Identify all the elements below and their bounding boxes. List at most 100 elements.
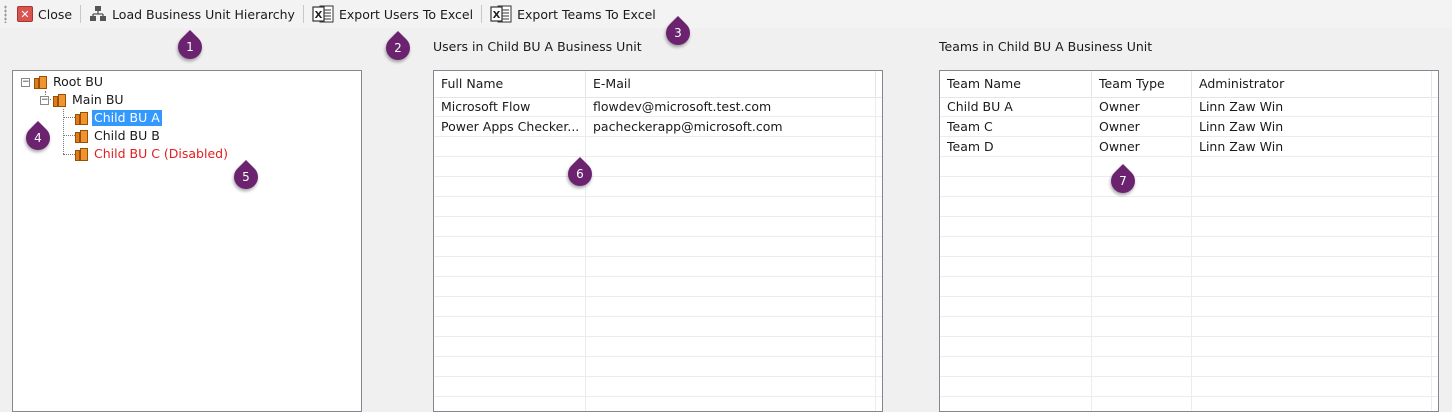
table-cell [434, 357, 586, 376]
table-cell [940, 277, 1092, 296]
table-cell [434, 217, 586, 236]
table-row[interactable]: Team D Owner Linn Zaw Win [940, 137, 1438, 157]
table-cell [434, 237, 586, 256]
table-cell [434, 257, 586, 276]
teams-section-title: Teams in Child BU A Business Unit [939, 39, 1153, 54]
table-row [940, 237, 1438, 257]
table-cell: Owner [1092, 97, 1192, 116]
table-row [940, 337, 1438, 357]
table-cell: Team C [940, 117, 1092, 136]
table-row [434, 257, 882, 277]
excel-icon: X [490, 5, 512, 23]
table-row [940, 317, 1438, 337]
table-cell [1092, 377, 1192, 396]
callout-marker: 7 [1106, 164, 1140, 198]
business-unit-icon [75, 147, 88, 161]
table-row[interactable]: Child BU A Owner Linn Zaw Win [940, 97, 1438, 117]
tree-node-label: Child BU B [94, 128, 160, 143]
table-cell [586, 297, 876, 316]
column-header-email[interactable]: E-Mail [586, 71, 876, 97]
export-teams-button[interactable]: X Export Teams To Excel [486, 2, 660, 26]
tree-node-label: Main BU [72, 92, 124, 107]
callout-marker: 6 [563, 157, 597, 191]
table-cell [586, 197, 876, 216]
table-row [434, 297, 882, 317]
users-grid-header: Full Name E-Mail [434, 71, 882, 98]
table-cell [1092, 257, 1192, 276]
table-cell: Power Apps Checker... [434, 117, 586, 136]
business-unit-icon [53, 93, 66, 107]
table-cell [940, 317, 1092, 336]
tree-node-root-bu[interactable]: − Root BU [21, 73, 105, 91]
close-button[interactable]: ✕ Close [13, 2, 76, 26]
tree-node-label: Child BU C (Disabled) [94, 146, 228, 161]
table-cell [940, 177, 1092, 196]
table-row [940, 357, 1438, 377]
table-cell [940, 357, 1092, 376]
column-header-full-name[interactable]: Full Name [434, 71, 586, 97]
tree-connector [63, 117, 75, 118]
table-cell [586, 257, 876, 276]
table-cell: flowdev@microsoft.test.com [586, 97, 876, 116]
table-cell [434, 297, 586, 316]
table-cell [1192, 297, 1432, 316]
table-row [434, 317, 882, 337]
column-header-team-name[interactable]: Team Name [940, 71, 1092, 97]
table-row [940, 297, 1438, 317]
users-grid[interactable]: Full Name E-Mail Microsoft Flow flowdev@m… [433, 70, 883, 412]
table-cell [434, 277, 586, 296]
business-unit-icon [75, 111, 88, 125]
table-cell [1092, 317, 1192, 336]
tree-node-child-bu-b[interactable]: Child BU B [75, 127, 162, 145]
table-cell [586, 357, 876, 376]
table-cell: Child BU A [940, 97, 1092, 116]
teams-grid[interactable]: Team Name Team Type Administrator Child … [939, 70, 1439, 412]
svg-text:X: X [315, 10, 323, 21]
table-cell [940, 217, 1092, 236]
table-cell [1092, 217, 1192, 236]
table-cell: Owner [1092, 117, 1192, 136]
collapse-icon[interactable]: − [21, 77, 30, 87]
table-cell [586, 397, 876, 411]
tree-node-main-bu[interactable]: − Main BU [40, 91, 126, 109]
table-cell [586, 137, 876, 156]
business-unit-tree[interactable]: − Root BU − Main BU Child BU A Child BU … [12, 70, 362, 412]
table-row [940, 397, 1438, 411]
callout-marker: 5 [229, 160, 263, 194]
table-cell: Microsoft Flow [434, 97, 586, 116]
table-row[interactable]: Microsoft Flow flowdev@microsoft.test.com [434, 97, 882, 117]
toolbar-separator [80, 5, 82, 23]
callout-marker: 4 [21, 121, 55, 155]
table-cell [1192, 377, 1432, 396]
tree-node-child-bu-c[interactable]: Child BU C (Disabled) [75, 145, 230, 163]
table-row [434, 137, 882, 157]
column-header-team-type[interactable]: Team Type [1092, 71, 1192, 97]
collapse-icon[interactable]: − [40, 95, 49, 105]
column-header-administrator[interactable]: Administrator [1192, 71, 1432, 97]
callout-marker: 1 [173, 30, 207, 64]
load-hierarchy-button[interactable]: Load Business Unit Hierarchy [85, 2, 299, 26]
table-cell [434, 177, 586, 196]
table-cell [1192, 357, 1432, 376]
table-cell [1092, 277, 1192, 296]
table-row [940, 197, 1438, 217]
tree-connector [63, 109, 64, 154]
table-cell [1192, 157, 1432, 176]
export-users-button[interactable]: X Export Users To Excel [308, 2, 477, 26]
table-row[interactable]: Power Apps Checker... pacheckerapp@micros… [434, 117, 882, 137]
users-grid-body: Microsoft Flow flowdev@microsoft.test.com… [434, 97, 882, 411]
table-cell [1092, 397, 1192, 411]
business-unit-icon [75, 129, 88, 143]
table-row[interactable]: Team C Owner Linn Zaw Win [940, 117, 1438, 137]
table-cell [586, 277, 876, 296]
table-row [434, 197, 882, 217]
table-cell [586, 377, 876, 396]
table-cell: Linn Zaw Win [1192, 137, 1432, 156]
excel-icon: X [312, 5, 334, 23]
tree-node-child-bu-a[interactable]: Child BU A [75, 109, 162, 127]
table-cell [940, 157, 1092, 176]
close-icon: ✕ [17, 6, 33, 22]
table-cell [586, 237, 876, 256]
table-cell [434, 137, 586, 156]
table-cell: pacheckerapp@microsoft.com [586, 117, 876, 136]
